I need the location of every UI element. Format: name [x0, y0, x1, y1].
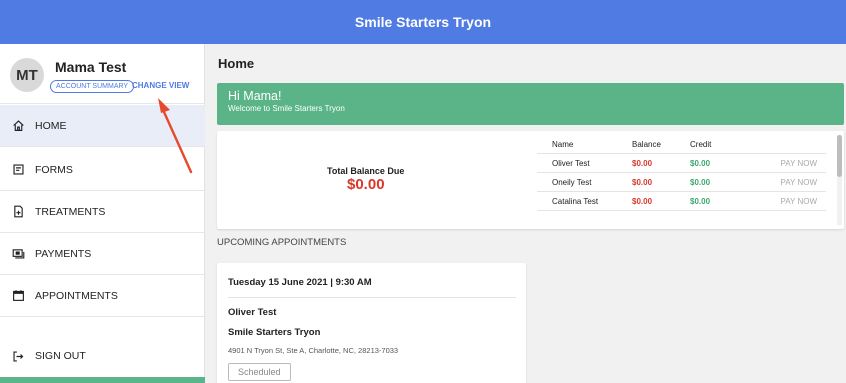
total-balance-value: $0.00 — [347, 176, 385, 193]
balance-table-scrollbar[interactable] — [837, 135, 842, 225]
change-view-link[interactable]: CHANGE VIEW — [132, 81, 189, 90]
column-header-credit: Credit — [690, 139, 712, 149]
sidebar-item-label: HOME — [35, 119, 67, 132]
main-content: Home Hi Mama! Welcome to Smile Starters … — [205, 44, 846, 383]
appointment-status-badge: Scheduled — [228, 363, 291, 381]
patient-credit: $0.00 — [690, 177, 711, 187]
account-summary-button[interactable]: ACCOUNT SUMMARY — [50, 80, 135, 93]
column-header-name: Name — [552, 139, 574, 149]
welcome-banner: Hi Mama! Welcome to Smile Starters Tryon — [217, 83, 844, 125]
patient-balance: $0.00 — [632, 158, 653, 168]
avatar: MT — [10, 58, 44, 92]
calendar-icon — [13, 290, 24, 301]
balance-card: Total Balance Due $0.00 Name Balance Cre… — [217, 131, 844, 229]
appointment-card[interactable]: Tuesday 15 June 2021 | 9:30 AM Oliver Te… — [217, 263, 526, 383]
patient-credit: $0.00 — [690, 196, 711, 206]
patient-balance: $0.00 — [632, 196, 653, 206]
balance-table: Name Balance Credit Oliver Test $0.00 $0… — [537, 135, 826, 211]
sidebar-item-treatments[interactable]: TREATMENTS — [0, 191, 205, 233]
table-row: Oliver Test $0.00 $0.00 PAY NOW — [537, 154, 826, 173]
home-icon — [13, 120, 24, 131]
table-row: Oneily Test $0.00 $0.00 PAY NOW — [537, 173, 826, 192]
sidebar: MT Mama Test ACCOUNT SUMMARY CHANGE VIEW… — [0, 44, 205, 383]
table-row: Catalina Test $0.00 $0.00 PAY NOW — [537, 192, 826, 211]
treatments-icon — [14, 205, 23, 218]
sidebar-item-label: TREATMENTS — [35, 205, 106, 218]
pay-now-button[interactable]: PAY NOW — [745, 178, 826, 187]
sidebar-item-label: PAYMENTS — [35, 247, 92, 260]
profile-name: Mama Test — [55, 59, 127, 75]
sidebar-item-label: FORMS — [35, 163, 73, 176]
sidebar-item-label: SIGN OUT — [35, 350, 86, 362]
pay-now-button[interactable]: PAY NOW — [745, 197, 826, 206]
divider — [228, 297, 516, 298]
welcome-subtitle: Welcome to Smile Starters Tryon — [228, 104, 345, 113]
sidebar-item-home[interactable]: HOME — [0, 105, 205, 147]
sidebar-footer-bar — [0, 377, 205, 383]
welcome-greeting: Hi Mama! — [228, 89, 282, 103]
column-header-balance: Balance — [632, 139, 661, 149]
patient-name: Oneily Test — [552, 177, 592, 187]
page-title: Home — [218, 56, 255, 71]
upcoming-appointments-heading: UPCOMING APPOINTMENTS — [217, 237, 347, 248]
appointment-location: Smile Starters Tryon — [228, 327, 321, 338]
table-header-row: Name Balance Credit — [537, 135, 826, 154]
total-balance-label: Total Balance Due — [327, 166, 405, 176]
appointment-patient: Oliver Test — [228, 307, 277, 318]
app-header: Smile Starters Tryon — [0, 0, 846, 44]
scrollbar-thumb[interactable] — [837, 135, 842, 177]
sign-out-icon — [13, 350, 24, 362]
appointment-address: 4901 N Tryon St, Ste A, Charlotte, NC, 2… — [228, 346, 399, 355]
forms-icon — [13, 164, 24, 175]
patient-name: Catalina Test — [552, 196, 599, 206]
patient-name: Oliver Test — [552, 158, 590, 168]
sidebar-item-sign-out[interactable]: SIGN OUT — [0, 335, 205, 377]
sidebar-item-appointments[interactable]: APPOINTMENTS — [0, 275, 205, 317]
sidebar-item-payments[interactable]: PAYMENTS — [0, 233, 205, 275]
appointment-datetime: Tuesday 15 June 2021 | 9:30 AM — [228, 277, 372, 288]
profile-section: MT Mama Test ACCOUNT SUMMARY CHANGE VIEW — [0, 44, 204, 104]
patient-credit: $0.00 — [690, 158, 711, 168]
sidebar-item-label: APPOINTMENTS — [35, 289, 118, 302]
patient-balance: $0.00 — [632, 177, 653, 187]
sidebar-item-forms[interactable]: FORMS — [0, 149, 205, 191]
pay-now-button[interactable]: PAY NOW — [745, 159, 826, 168]
payments-icon — [12, 249, 25, 259]
app-title: Smile Starters Tryon — [354, 14, 492, 30]
